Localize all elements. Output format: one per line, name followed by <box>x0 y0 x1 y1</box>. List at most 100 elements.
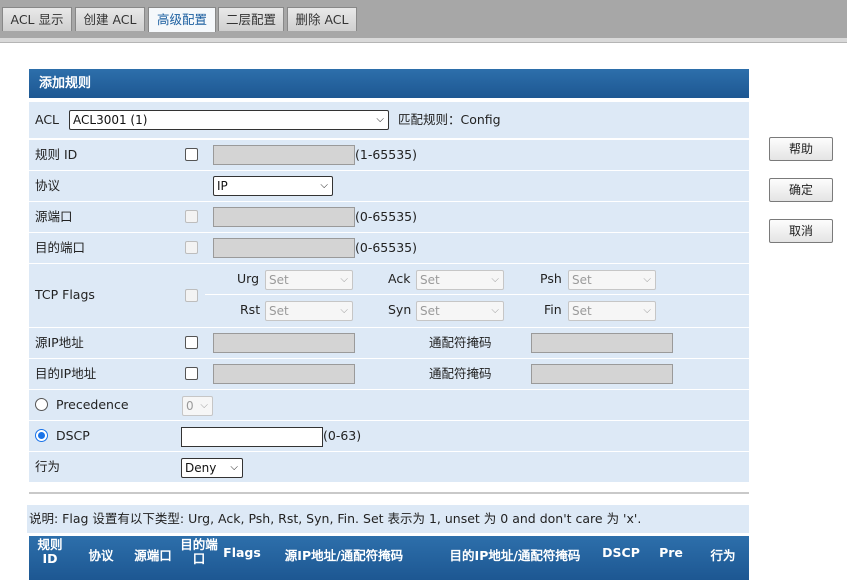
tcp-flags-checkbox[interactable] <box>185 289 198 302</box>
th-src-port: 源端口 <box>134 548 172 563</box>
dst-wildcard-input[interactable] <box>531 364 673 384</box>
dst-ip-input[interactable] <box>213 364 355 384</box>
dst-ip-checkbox[interactable] <box>185 367 198 380</box>
rules-table-header: 规则 ID 协议 源端口 目的端口 Flags 源IP地址/通配符掩码 目的IP… <box>29 536 749 580</box>
divider <box>29 492 749 494</box>
dscp-radio[interactable] <box>35 429 48 442</box>
rule-id-range: (1-65535) <box>355 147 417 162</box>
flag-fin-select[interactable]: Set ⌵ <box>568 301 656 321</box>
src-wildcard-input[interactable] <box>531 333 673 353</box>
src-ip-input[interactable] <box>213 333 355 353</box>
chevron-down-icon: ⌵ <box>230 462 238 473</box>
precedence-value: 0 <box>186 399 194 413</box>
flag-ack-value: Set <box>420 273 440 287</box>
precedence-label: Precedence <box>56 397 129 412</box>
tab-delete-acl[interactable]: 删除 ACL <box>287 7 357 31</box>
dscp-label: DSCP <box>56 428 90 443</box>
help-button[interactable]: 帮助 <box>769 137 833 161</box>
tcp-flags-row: TCP Flags Urg Set ⌵ Ack Set ⌵ Psh Set ⌵ … <box>29 264 749 327</box>
flag-syn-label: Syn <box>388 302 412 317</box>
chevron-down-icon: ⌵ <box>491 305 499 316</box>
flag-ack-label: Ack <box>388 271 411 286</box>
flag-ack-select[interactable]: Set ⌵ <box>416 270 504 290</box>
chevron-down-icon: ⌵ <box>376 114 384 125</box>
precedence-row: Precedence 0 ⌵ <box>29 390 749 420</box>
action-select[interactable]: Deny ⌵ <box>181 458 243 478</box>
flag-note: 说明: Flag 设置有以下类型: Urg, Ack, Psh, Rst, Sy… <box>27 505 749 533</box>
action-label: 行为 <box>35 459 61 474</box>
chevron-down-icon: ⌵ <box>643 274 651 285</box>
chevron-down-icon: ⌵ <box>340 305 348 316</box>
protocol-label: 协议 <box>35 178 61 193</box>
dscp-row: DSCP (0-63) <box>29 421 749 451</box>
src-port-checkbox[interactable] <box>185 210 198 223</box>
protocol-select[interactable]: IP ⌵ <box>213 176 333 196</box>
th-dscp: DSCP <box>602 545 640 560</box>
src-ip-label: 源IP地址 <box>35 335 84 350</box>
src-port-input[interactable] <box>213 207 355 227</box>
tab-acl-display[interactable]: ACL 显示 <box>2 7 72 31</box>
flag-rst-label: Rst <box>240 302 261 317</box>
rule-id-row: 规则 ID (1-65535) <box>29 140 749 170</box>
precedence-select[interactable]: 0 ⌵ <box>182 396 213 416</box>
flag-rst-select[interactable]: Set ⌵ <box>265 301 353 321</box>
acl-label: ACL <box>35 112 60 127</box>
tab-advanced-config[interactable]: 高级配置 <box>148 7 216 32</box>
th-pre: Pre <box>659 545 683 560</box>
flag-fin-label: Fin <box>544 302 562 317</box>
ok-button[interactable]: 确定 <box>769 178 833 202</box>
th-action: 行为 <box>710 548 736 563</box>
flag-fin-value: Set <box>572 304 592 318</box>
flag-psh-label: Psh <box>540 271 562 286</box>
rule-id-label: 规则 ID <box>35 147 78 162</box>
src-ip-row: 源IP地址 通配符掩码 <box>29 328 749 358</box>
chevron-down-icon: ⌵ <box>200 400 208 411</box>
flag-syn-select[interactable]: Set ⌵ <box>416 301 504 321</box>
protocol-row: 协议 IP ⌵ <box>29 171 749 201</box>
th-flags: Flags <box>223 545 261 560</box>
tab-bar: ACL 显示 创建 ACL 高级配置 二层配置 删除 ACL <box>0 0 847 40</box>
dst-port-row: 目的端口 (0-65535) <box>29 233 749 263</box>
dscp-range: (0-63) <box>323 428 362 443</box>
precedence-radio[interactable] <box>35 398 48 411</box>
dscp-input[interactable] <box>181 427 323 447</box>
dst-port-label: 目的端口 <box>35 240 86 255</box>
flag-psh-value: Set <box>572 273 592 287</box>
src-port-label: 源端口 <box>35 209 73 224</box>
protocol-select-value: IP <box>217 179 228 193</box>
src-wildcard-label: 通配符掩码 <box>429 335 492 350</box>
flag-syn-value: Set <box>420 304 440 318</box>
chevron-down-icon: ⌵ <box>643 305 651 316</box>
add-rule-panel: 添加规则 ACL ACL3001 (1) ⌵ 匹配规则：Config 规则 ID… <box>29 69 749 482</box>
src-port-row: 源端口 (0-65535) <box>29 202 749 232</box>
tcp-flags-label: TCP Flags <box>35 287 95 302</box>
flag-urg-select[interactable]: Set ⌵ <box>265 270 353 290</box>
chevron-down-icon: ⌵ <box>491 274 499 285</box>
dst-ip-row: 目的IP地址 通配符掩码 <box>29 359 749 389</box>
src-port-range: (0-65535) <box>355 209 417 224</box>
tab-layer2-config[interactable]: 二层配置 <box>218 7 284 31</box>
dst-port-checkbox[interactable] <box>185 241 198 254</box>
action-row: 行为 Deny ⌵ <box>29 452 749 482</box>
match-rule-text: 匹配规则：Config <box>398 112 501 127</box>
rule-id-checkbox[interactable] <box>185 148 198 161</box>
acl-select-value: ACL3001 (1) <box>73 113 148 127</box>
src-ip-checkbox[interactable] <box>185 336 198 349</box>
th-src-ip: 源IP地址/通配符掩码 <box>284 548 404 563</box>
flag-psh-select[interactable]: Set ⌵ <box>568 270 656 290</box>
dst-ip-label: 目的IP地址 <box>35 366 97 381</box>
flag-urg-value: Set <box>269 273 289 287</box>
acl-select[interactable]: ACL3001 (1) ⌵ <box>69 110 389 130</box>
th-protocol: 协议 <box>88 548 114 563</box>
rule-id-input[interactable] <box>213 145 355 165</box>
cancel-button[interactable]: 取消 <box>769 219 833 243</box>
chevron-down-icon: ⌵ <box>340 274 348 285</box>
tab-create-acl[interactable]: 创建 ACL <box>75 7 145 31</box>
panel-title: 添加规则 <box>29 69 749 98</box>
flag-urg-label: Urg <box>237 271 260 286</box>
th-dst-port: 目的端口 <box>180 537 218 566</box>
dst-port-input[interactable] <box>213 238 355 258</box>
th-dst-ip: 目的IP地址/通配符掩码 <box>449 548 581 563</box>
dst-wildcard-label: 通配符掩码 <box>429 366 492 381</box>
action-select-value: Deny <box>185 461 217 475</box>
